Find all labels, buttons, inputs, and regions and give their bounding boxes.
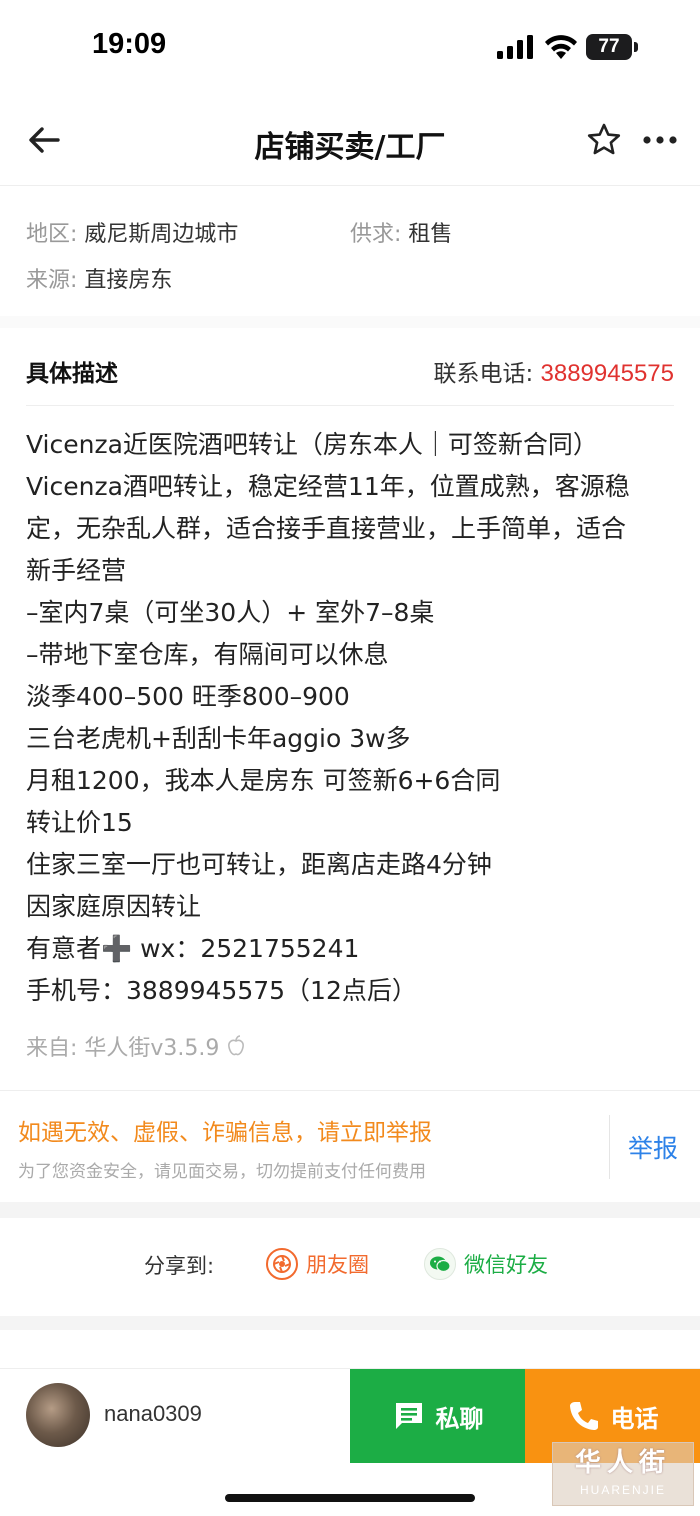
wechat-icon [424,1248,456,1280]
report-divider [609,1115,610,1179]
description-body: Vicenza近医院酒吧转让（房东本人｜可签新合同） Vicenza酒吧转让，稳… [26,424,686,1012]
region-value: 威尼斯周边城市 [84,222,239,247]
region-label: 地区: [26,222,78,247]
listing-info: 地区: 威尼斯周边城市 供求: 租售 来源: 直接房东 [0,200,700,316]
source-label: 来源: [26,268,78,293]
nav-bar: 店铺买卖/工厂 [0,96,700,186]
section-divider [0,1316,700,1330]
call-label: 电话 [610,1404,659,1433]
avatar[interactable] [26,1383,90,1447]
home-indicator[interactable] [225,1494,475,1502]
posted-from: 来自: 华人街v3.5.9 [26,1030,246,1062]
description-line: 有意者➕ wx：2521755241 [26,934,360,963]
safety-notice: 为了您资金安全，请见面交易，切勿提前支付任何费用 [18,1162,426,1182]
section-divider [0,316,700,328]
description-title: 具体描述 [26,361,118,387]
region-row: 地区: 威尼斯周边城市 [26,216,238,248]
private-chat-button[interactable]: 私聊 [350,1369,525,1463]
share-moments-button[interactable]: 朋友圈 [266,1246,369,1282]
share-section: 分享到: 朋友圈 微信好友 [0,1218,700,1316]
description-line: 新手经营 [26,556,127,585]
report-button[interactable]: 举报 [628,1129,678,1165]
demand-row: 供求: 租售 [350,216,452,248]
description-line: –带地下室仓库，有隔间可以休息 [26,640,389,669]
wifi-icon [545,35,577,59]
description-line: 定，无杂乱人群，适合接手直接营业，上手简单，适合 [26,514,627,543]
cellular-signal-icon [497,35,533,59]
status-time: 19:09 [92,28,167,60]
share-wechat-button[interactable]: 微信好友 [424,1246,548,1282]
section-divider [0,1202,700,1218]
report-section: 如遇无效、虚假、诈骗信息，请立即举报 为了您资金安全，请见面交易，切勿提前支付任… [0,1090,700,1202]
description-line: 住家三室一厅也可转让，距离店走路4分钟 [26,850,492,879]
contact-label: 联系电话: [433,361,534,387]
phone-icon [569,1402,598,1430]
source-row: 来源: 直接房东 [26,262,172,294]
description-line: 手机号：3889945575（12点后） [26,976,417,1005]
demand-label: 供求: [350,222,402,247]
posted-from-text: 来自: 华人街v3.5.9 [26,1036,220,1061]
share-wechat-label: 微信好友 [464,1253,548,1277]
status-bar: 19:09 77 [0,0,700,90]
watermark-logo: 华人街 HUARENJIE [552,1442,694,1506]
private-chat-label: 私聊 [435,1404,484,1433]
description-line: 转让价15 [26,808,133,837]
moments-icon [266,1248,298,1280]
report-warning: 如遇无效、虚假、诈骗信息，请立即举报 [18,1120,432,1146]
poster-username[interactable]: nana0309 [104,1401,202,1427]
contact-phone[interactable]: 联系电话: 3889945575 [433,354,674,388]
description-line: 月租1200，我本人是房东 可签新6+6合同 [26,766,501,795]
description-line: 三台老虎机+刮刮卡年aggio 3w多 [26,724,411,753]
share-moments-label: 朋友圈 [306,1253,369,1277]
description-line: Vicenza近医院酒吧转让（房东本人｜可签新合同） [26,430,598,459]
demand-value: 租售 [408,222,453,247]
battery-icon: 77 [586,34,632,60]
description-line: 因家庭原因转让 [26,892,202,921]
chat-bubble-icon [395,1403,422,1429]
share-label: 分享到: [144,1254,215,1278]
description-line: 淡季400–500 旺季800–900 [26,682,350,711]
more-options-icon[interactable] [642,134,678,146]
description-line: Vicenza酒吧转让，稳定经营11年，位置成熟，客源稳 [26,472,630,501]
back-arrow-icon[interactable] [26,122,66,158]
apple-icon [228,1035,245,1056]
battery-nub [634,42,638,52]
favorite-star-icon[interactable] [586,122,622,158]
source-value: 直接房东 [84,268,173,293]
contact-phone-number[interactable]: 3889945575 [541,360,674,387]
description-line: –室内7桌（可坐30人）+ 室外7–8桌 [26,598,435,627]
description-header: 具体描述 联系电话: 3889945575 [26,328,674,406]
